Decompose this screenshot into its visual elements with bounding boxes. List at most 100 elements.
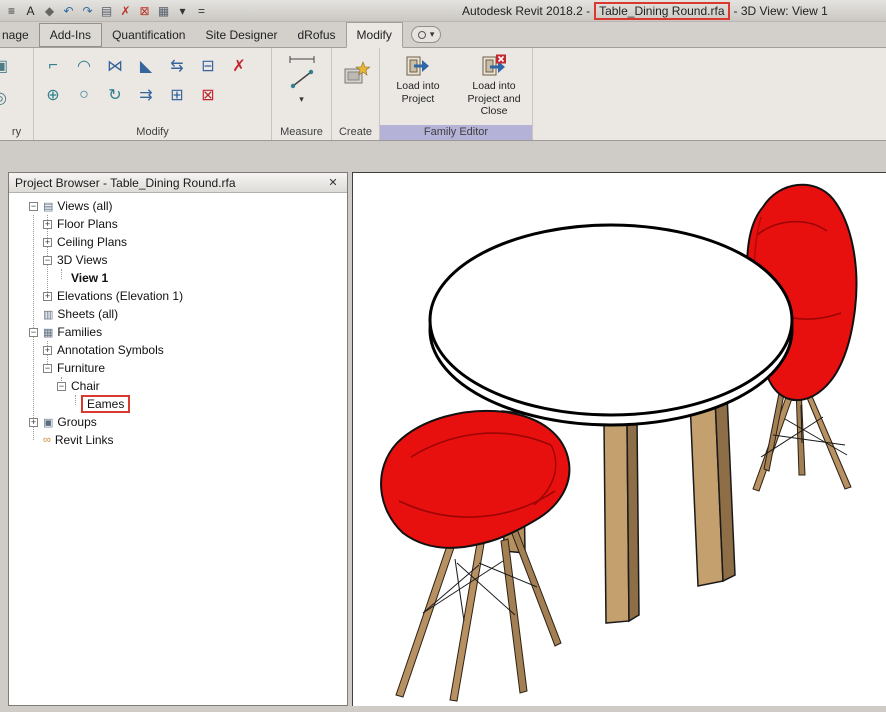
qat-overflow-icon[interactable]: ▾ (174, 2, 191, 20)
window-title: Autodesk Revit 2018.2 - Table_Dining Rou… (462, 0, 828, 22)
ribbon-display-options-button[interactable]: ▾ (411, 26, 442, 43)
trim-icon[interactable]: ⇉ (133, 82, 159, 108)
create-component-icon[interactable] (342, 60, 370, 88)
tree-item-floor-plans[interactable]: +Floor Plans (9, 215, 347, 233)
title-bar: ≡A◆↶↷▤✗⊠▦▾= Autodesk Revit 2018.2 - Tabl… (0, 0, 886, 22)
move-icon[interactable]: ⊕ (40, 82, 66, 108)
cut-geometry-icon[interactable]: ◎ (0, 88, 33, 108)
tile-windows-icon[interactable]: ▦ (155, 2, 172, 20)
close-hidden-windows-icon[interactable]: ✗ (117, 2, 134, 20)
copy-icon[interactable]: ○ (71, 82, 97, 108)
load-into-project-button[interactable]: Load into Project (383, 52, 453, 118)
create-panel: Create (332, 48, 380, 140)
modify-tools-row2: ⊕○↻⇉⊞⊠ (40, 82, 269, 108)
tree-item-groups[interactable]: + ▣ Groups (9, 413, 347, 431)
ribbon: ▣ ◎ ry ⌐◠⋈◣⇆⊟✗ ⊕○↻⇉⊞⊠ Modify ▾ Measure (0, 48, 886, 141)
expander-minus-icon[interactable]: − (43, 364, 52, 373)
tree-item-label: 3D Views (57, 253, 107, 267)
chair-shell (381, 411, 569, 548)
tab-site-designer[interactable]: Site Designer (195, 23, 287, 47)
expander-plus-icon[interactable]: + (43, 292, 52, 301)
pin-icon[interactable]: ⊞ (164, 82, 190, 108)
tab-quantification[interactable]: Quantification (102, 23, 195, 47)
ribbon-tabs: nageAdd-InsQuantificationSite DesignerdR… (0, 22, 403, 47)
app-menu-icon[interactable]: ≡ (3, 2, 20, 20)
tab-nage[interactable]: nage (0, 23, 39, 47)
families-icon: ▦ (43, 326, 53, 339)
expander-plus-icon[interactable]: + (29, 418, 38, 427)
tree-item-label: Ceiling Plans (57, 235, 127, 249)
ribbon-tab-row: nageAdd-InsQuantificationSite DesignerdR… (0, 22, 886, 48)
tree-item-families[interactable]: −▦ Families (9, 323, 347, 341)
align-icon[interactable]: ⌐ (40, 53, 66, 79)
button-label-line2: Project (402, 93, 435, 106)
viewport-3d[interactable] (352, 172, 886, 706)
tab-modify[interactable]: Modify (346, 22, 403, 48)
tree-item-views-all[interactable]: −▤Views (all) (9, 197, 347, 215)
tree-item-annotation-symbols[interactable]: +Annotation Symbols (9, 341, 347, 359)
load-into-project-and-close-icon (481, 54, 507, 78)
tree-item-label: View 1 (71, 271, 108, 285)
measure-between-references-icon[interactable] (289, 69, 315, 89)
tree-item-label: Chair (71, 379, 100, 393)
expander-minus-icon[interactable]: − (57, 382, 66, 391)
tree-item-revit-links[interactable]: ∞Revit Links (9, 431, 347, 449)
tree-item-sheets-all[interactable]: ▥ Sheets (all) (9, 305, 347, 323)
title-suffix: - 3D View: View 1 (734, 4, 828, 18)
project-browser-header[interactable]: Project Browser - Table_Dining Round.rfa… (9, 173, 347, 193)
measure-dropdown-icon[interactable]: ▾ (299, 94, 304, 105)
chevron-down-icon: ▾ (430, 29, 435, 40)
chair-front-left[interactable] (381, 411, 569, 701)
rotate-icon[interactable]: ↻ (102, 82, 128, 108)
measure-horizontal-icon[interactable] (287, 54, 317, 64)
groups-icon: ▣ (43, 416, 53, 429)
mirror-icon[interactable]: ⋈ (102, 53, 128, 79)
array-icon[interactable]: ⊟ (195, 53, 221, 79)
swap-icon[interactable]: ⇆ (164, 53, 190, 79)
tree-item-label: Views (all) (57, 199, 112, 213)
modify-panel: ⌐◠⋈◣⇆⊟✗ ⊕○↻⇉⊞⊠ Modify (34, 48, 272, 140)
expander-minus-icon[interactable]: − (43, 256, 52, 265)
autodesk-logo-icon[interactable]: A (22, 2, 39, 20)
undo-icon[interactable]: ↶ (60, 2, 77, 20)
join-geometry-icon[interactable]: ▣ (0, 56, 33, 76)
measure-panel-label: Measure (272, 125, 331, 140)
sheets-icon: ▥ (43, 308, 53, 321)
expander-minus-icon[interactable]: − (29, 202, 38, 211)
button-label-line1: Load into (396, 80, 439, 93)
print-disabled-icon[interactable]: ⊠ (136, 2, 153, 20)
tree-item-ceiling-plans[interactable]: + Ceiling Plans (9, 233, 347, 251)
tree-item-view-1[interactable]: View 1 (9, 269, 347, 287)
family-editor-panel: Load into Project Load into Project and … (380, 48, 533, 140)
title-prefix: Autodesk Revit 2018.2 - (462, 4, 590, 18)
tree-item-label: Eames (81, 395, 130, 413)
expander-minus-icon[interactable]: − (29, 328, 38, 337)
offset-icon[interactable]: ◠ (71, 53, 97, 79)
expander-plus-icon[interactable]: + (43, 220, 52, 229)
split-icon[interactable]: ◣ (133, 53, 159, 79)
tree-item-elevations-elevation-1[interactable]: +Elevations (Elevation 1) (9, 287, 347, 305)
scale-lock-icon[interactable]: ⊠ (195, 82, 221, 108)
3d-scene (353, 173, 886, 707)
open-file-icon[interactable]: ◆ (41, 2, 58, 20)
expander-plus-icon[interactable]: + (43, 238, 52, 247)
tree-item-label: Groups (57, 415, 96, 429)
circle-icon (418, 31, 426, 39)
project-browser-title: Project Browser - Table_Dining Round.rfa (15, 176, 236, 190)
ribbon-minimize-icon[interactable]: = (193, 2, 210, 20)
redo-icon[interactable]: ↷ (79, 2, 96, 20)
expander-plus-icon[interactable]: + (43, 346, 52, 355)
tree-item-3d-views[interactable]: −3D Views (9, 251, 347, 269)
delete-icon[interactable]: ✗ (226, 53, 252, 79)
load-into-project-and-close-button[interactable]: Load into Project and Close (459, 52, 529, 118)
tab-drofus[interactable]: dRofus (288, 23, 346, 47)
close-icon[interactable]: ✕ (325, 176, 341, 189)
tree-item-label: Families (57, 325, 102, 339)
tree-item-chair[interactable]: −Chair (9, 377, 347, 395)
tree-item-furniture[interactable]: −Furniture (9, 359, 347, 377)
tab-add-ins[interactable]: Add-Ins (39, 23, 102, 47)
sheet-list-icon[interactable]: ▤ (98, 2, 115, 20)
tree-item-label: Sheets (all) (57, 307, 118, 321)
browser-tree: −▤Views (all)+Floor Plans+Ceiling Plans−… (9, 193, 347, 705)
tree-item-eames[interactable]: Eames (9, 395, 347, 413)
